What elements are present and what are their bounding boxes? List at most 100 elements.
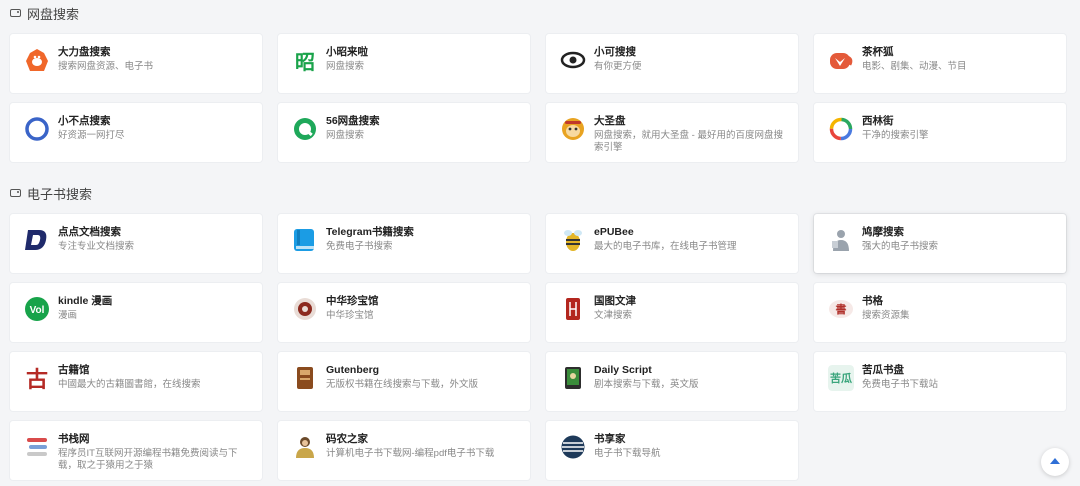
card-info: 国图文津 文津搜索 (594, 295, 636, 322)
site-name: 西林街 (862, 115, 894, 127)
card-info: 书格 搜索资源集 (862, 295, 910, 322)
site-card[interactable]: 書 书格搜索资源集 (814, 283, 1066, 342)
card-info: 点点文档搜索 专注专业文档搜索 (58, 226, 134, 253)
ring-icon (24, 116, 50, 142)
card-info: 鸠摩搜索强大的电子书搜索 (862, 226, 938, 253)
site-description: 搜索资源集 (862, 310, 910, 321)
site-description: 计算机电子书下载网-编程pdf电子书下载 (326, 448, 495, 459)
book-stack-icon (24, 434, 50, 460)
site-card[interactable]: 小可搜搜 有你更方便 (546, 34, 798, 93)
site-description: 强大的电子书搜索 (862, 241, 939, 252)
site-name: 书格 (862, 295, 883, 307)
site-name: 古籍馆 (58, 364, 90, 376)
site-name: Telegram书籍搜索 (326, 226, 414, 238)
site-description: 好资源一网打尽 (58, 130, 125, 141)
site-name: 国图文津 (594, 295, 636, 307)
site-card[interactable]: 茶杯狐 电影、剧集、动漫、节目 (814, 34, 1066, 93)
site-card[interactable]: Telegram书籍搜索 免费电子书搜索 (278, 214, 530, 273)
site-card[interactable]: Daily Script 剧本搜索与下载，英文版 (546, 352, 798, 411)
netdisk-grid: 大力盘搜索 搜索网盘资源、电子书 昭小昭来啦 网盘搜索 小可搜搜 有你更方便 茶杯狐 电影、剧… (10, 34, 1067, 162)
site-card[interactable]: 苦瓜 苦瓜书盘免费电子书下载站 (814, 352, 1066, 411)
card-info: 大圣盘 网盘搜索，就用大圣盘 - 最好用的百度网盘搜索引擎 (594, 115, 788, 154)
site-description: 免费电子书搜索 (326, 241, 393, 252)
kugua-icon: 苦瓜 (828, 365, 854, 391)
site-description: 中华珍宝馆 (326, 310, 374, 321)
site-card[interactable]: 56网盘搜索 网盘搜索 (278, 103, 530, 162)
site-description: 电子书下载导航 (594, 448, 661, 459)
card-info: 茶杯狐 电影、剧集、动漫、节目 (862, 46, 967, 73)
tag-icon (10, 9, 21, 17)
site-description: 程序员IT互联网开源编程书籍免费阅读与下载，取之于猿用之于猿 (58, 448, 238, 471)
card-info: 56网盘搜索 网盘搜索 (326, 115, 380, 142)
q-circle-icon (292, 116, 318, 142)
shuge-icon: 書 (828, 296, 854, 322)
site-card[interactable]: Gutenberg 无版权书籍在线搜索与下载，外文版 (278, 352, 530, 411)
back-to-top-button[interactable] (1041, 448, 1069, 476)
card-info: Telegram书籍搜索 免费电子书搜索 (326, 226, 414, 253)
site-description: 搜索网盘资源、电子书 (58, 61, 154, 72)
site-card[interactable]: 书享家 电子书下载导航 (546, 421, 798, 480)
site-description: 网盘搜索 (326, 61, 365, 72)
site-card[interactable]: 西林街 干净的搜索引擎 (814, 103, 1066, 162)
site-name: Daily Script (594, 364, 652, 376)
site-card[interactable]: 点点文档搜索 专注专业文档搜索 (10, 214, 262, 273)
site-card[interactable]: 昭小昭来啦网盘搜索 (278, 34, 530, 93)
site-card[interactable]: 国图文津 文津搜索 (546, 283, 798, 342)
site-card[interactable]: 小不点搜索 好资源一网打尽 (10, 103, 262, 162)
site-card[interactable]: 古古籍馆中國最大的古籍圖書館，在线搜索 (10, 352, 262, 411)
ebook-grid: 点点文档搜索 专注专业文档搜索 Telegram书籍搜索 免费电子书搜索 ePUBee 最… (10, 214, 1067, 480)
site-name: 鸠摩搜索 (862, 226, 904, 238)
site-name: 大圣盘 (594, 115, 626, 127)
site-card[interactable]: Vol kindle 漫画 漫画 (10, 283, 262, 342)
card-info: Gutenberg 无版权书籍在线搜索与下载，外文版 (326, 364, 478, 391)
site-card[interactable]: 大圣盘 网盘搜索，就用大圣盘 - 最好用的百度网盘搜索引擎 (546, 103, 798, 162)
globe-icon (560, 434, 586, 460)
site-description: 中國最大的古籍圖書館，在线搜索 (58, 379, 201, 390)
site-name: 大力盘搜索 (58, 46, 111, 58)
section-title-netdisk: 网盘搜索 (10, 3, 79, 23)
site-name: 码农之家 (326, 433, 368, 445)
zhao-char-icon: 昭 (295, 51, 315, 74)
card-info: 古籍馆中國最大的古籍圖書館，在线搜索 (58, 364, 201, 391)
site-name: kindle 漫画 (58, 295, 113, 307)
site-name: Gutenberg (326, 364, 380, 376)
card-info: 码农之家计算机电子书下载网-编程pdf电子书下载 (326, 433, 494, 460)
site-card[interactable]: 大力盘搜索搜索网盘资源、电子书 (10, 34, 262, 93)
card-info: 书享家 电子书下载导航 (594, 433, 661, 460)
telegram-book-icon (292, 227, 318, 253)
site-name: 56网盘搜索 (326, 115, 380, 127)
site-card[interactable]: ePUBee 最大的电子书库，在线电子书管理 (546, 214, 798, 273)
arrow-up-icon (1050, 458, 1060, 464)
site-description: 免费电子书下载站 (862, 379, 939, 390)
site-card[interactable]: 书栈网 程序员IT互联网开源编程书籍免费阅读与下载，取之于猿用之于猿 (10, 421, 262, 480)
person-icon (828, 227, 854, 253)
seal-icon (292, 296, 318, 322)
site-description: 无版权书籍在线搜索与下载，外文版 (326, 379, 479, 390)
site-card[interactable]: 中华珍宝馆 中华珍宝馆 (278, 283, 530, 342)
gu-char-icon: 古 (25, 367, 48, 391)
monkey-icon (560, 116, 586, 142)
card-info: 西林街 干净的搜索引擎 (862, 115, 929, 142)
section-title-text: 电子书搜索 (27, 186, 93, 202)
site-name: 苦瓜书盘 (862, 364, 904, 376)
site-card[interactable]: 码农之家计算机电子书下载网-编程pdf电子书下载 (278, 421, 530, 480)
site-description: 文津搜索 (594, 310, 633, 321)
vol-badge-icon: Vol (24, 296, 50, 322)
eye-icon (560, 47, 586, 73)
site-description: 最大的电子书库，在线电子书管理 (594, 241, 737, 252)
color-ring-icon (828, 116, 854, 142)
site-name: 小可搜搜 (594, 46, 636, 58)
site-description: 有你更方便 (594, 61, 642, 72)
fox-icon (828, 47, 854, 73)
site-name: 小昭来啦 (326, 46, 368, 58)
gorilla-icon (24, 47, 50, 73)
d-letter-icon (24, 227, 50, 253)
site-name: 点点文档搜索 (58, 226, 121, 238)
card-info: kindle 漫画 漫画 (58, 295, 112, 322)
svg-text:Vol: Vol (30, 305, 45, 316)
section-title-ebook: 电子书搜索 (10, 183, 92, 203)
site-card[interactable]: 鸠摩搜索强大的电子书搜索 (814, 214, 1066, 273)
site-description: 网盘搜索 (326, 130, 365, 141)
script-icon (560, 365, 586, 391)
gutenberg-icon (292, 365, 318, 391)
